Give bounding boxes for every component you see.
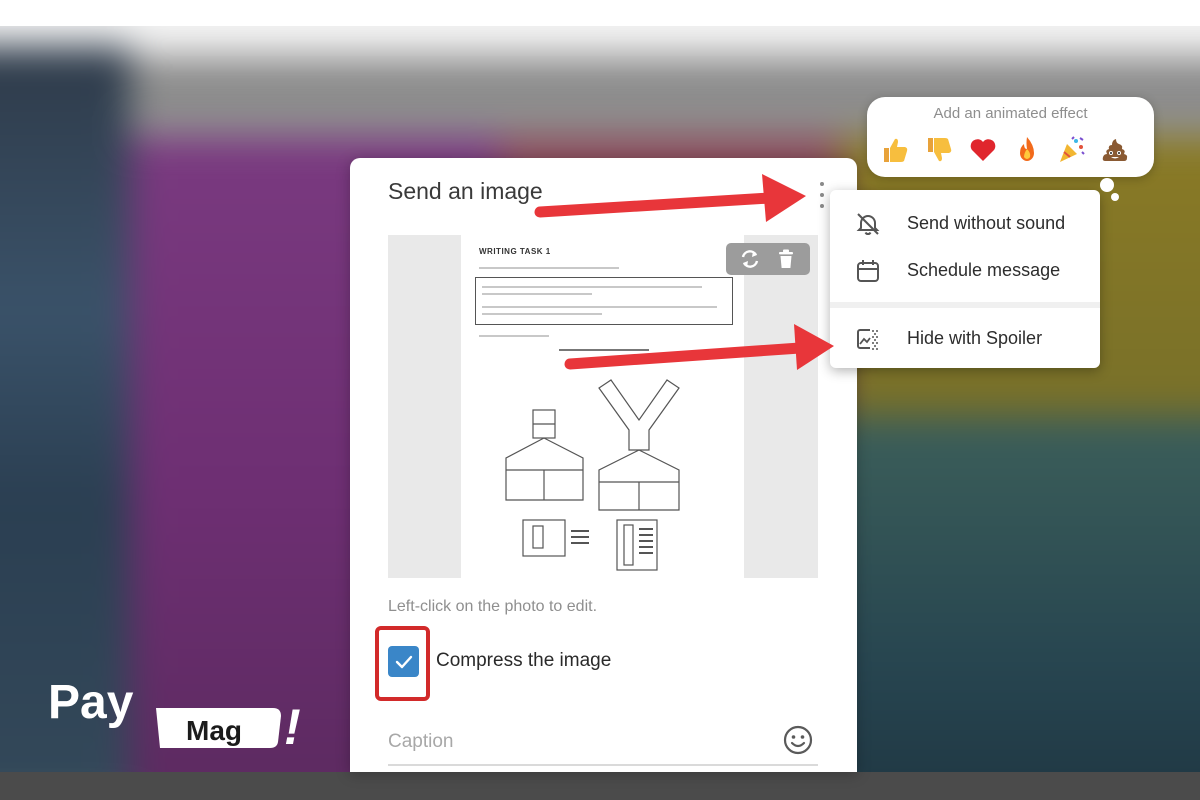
thumbs-up-emoji-icon[interactable] bbox=[880, 135, 910, 165]
bubble-tail bbox=[1111, 193, 1119, 201]
document-heading: WRITING TASK 1 bbox=[479, 247, 551, 256]
animated-effect-picker: Add an animated effect bbox=[867, 97, 1154, 177]
checkmark-icon bbox=[395, 655, 412, 668]
replace-image-button[interactable] bbox=[735, 246, 765, 272]
menu-divider bbox=[830, 302, 1100, 308]
calendar-icon bbox=[857, 260, 879, 282]
floor-plan-diagrams bbox=[505, 379, 680, 571]
trash-icon bbox=[779, 249, 793, 268]
send-image-dialog: Send an image WRITING TASK 1 Left-click … bbox=[350, 158, 857, 772]
svg-text:!: ! bbox=[284, 699, 301, 755]
document-instruction-box bbox=[475, 277, 733, 325]
svg-text:Mag: Mag bbox=[186, 715, 242, 746]
compress-checkbox[interactable] bbox=[388, 646, 419, 677]
kebab-dot bbox=[820, 182, 824, 186]
emoji-button[interactable] bbox=[782, 724, 814, 756]
document-image[interactable]: WRITING TASK 1 bbox=[461, 235, 744, 578]
more-options-button[interactable] bbox=[815, 182, 829, 208]
edit-hint: Left-click on the photo to edit. bbox=[388, 598, 598, 615]
image-preview[interactable]: WRITING TASK 1 bbox=[388, 235, 818, 578]
svg-text:Pay: Pay bbox=[48, 680, 134, 729]
bubble-tail bbox=[1100, 178, 1114, 192]
image-tools-panel bbox=[726, 243, 810, 275]
kebab-dot bbox=[820, 204, 824, 208]
bottom-dark-strip bbox=[0, 772, 1200, 800]
thumbs-down-emoji-icon[interactable] bbox=[924, 135, 954, 165]
party-popper-emoji-icon[interactable] bbox=[1056, 135, 1086, 165]
smiley-icon bbox=[783, 725, 813, 755]
kebab-dot bbox=[820, 193, 824, 197]
replace-icon bbox=[741, 250, 759, 268]
effect-emoji-row bbox=[880, 135, 1130, 165]
menu-item-schedule-message[interactable]: Schedule message bbox=[830, 247, 1100, 293]
effect-picker-title: Add an animated effect bbox=[933, 105, 1088, 122]
dialog-title: Send an image bbox=[388, 178, 543, 204]
menu-item-label: Send without sound bbox=[907, 212, 1066, 233]
paymag-logo: Pay Mag ! bbox=[48, 680, 301, 755]
send-options-menu: Send without sound Schedule message Hide… bbox=[830, 190, 1100, 368]
fire-emoji-icon[interactable] bbox=[1012, 135, 1042, 165]
menu-item-hide-with-spoiler[interactable]: Hide with Spoiler bbox=[830, 315, 1100, 361]
menu-item-label: Hide with Spoiler bbox=[907, 327, 1043, 348]
poop-emoji-icon[interactable] bbox=[1100, 135, 1130, 165]
heart-emoji-icon[interactable] bbox=[968, 135, 998, 165]
menu-item-send-without-sound[interactable]: Send without sound bbox=[830, 200, 1100, 246]
top-white-strip bbox=[0, 0, 1200, 26]
spoiler-image-icon bbox=[857, 329, 878, 350]
menu-item-label: Schedule message bbox=[907, 259, 1061, 280]
compress-label[interactable]: Compress the image bbox=[436, 650, 611, 672]
delete-image-button[interactable] bbox=[771, 246, 801, 272]
muted-bell-icon bbox=[856, 213, 880, 235]
caption-input[interactable] bbox=[388, 720, 818, 766]
